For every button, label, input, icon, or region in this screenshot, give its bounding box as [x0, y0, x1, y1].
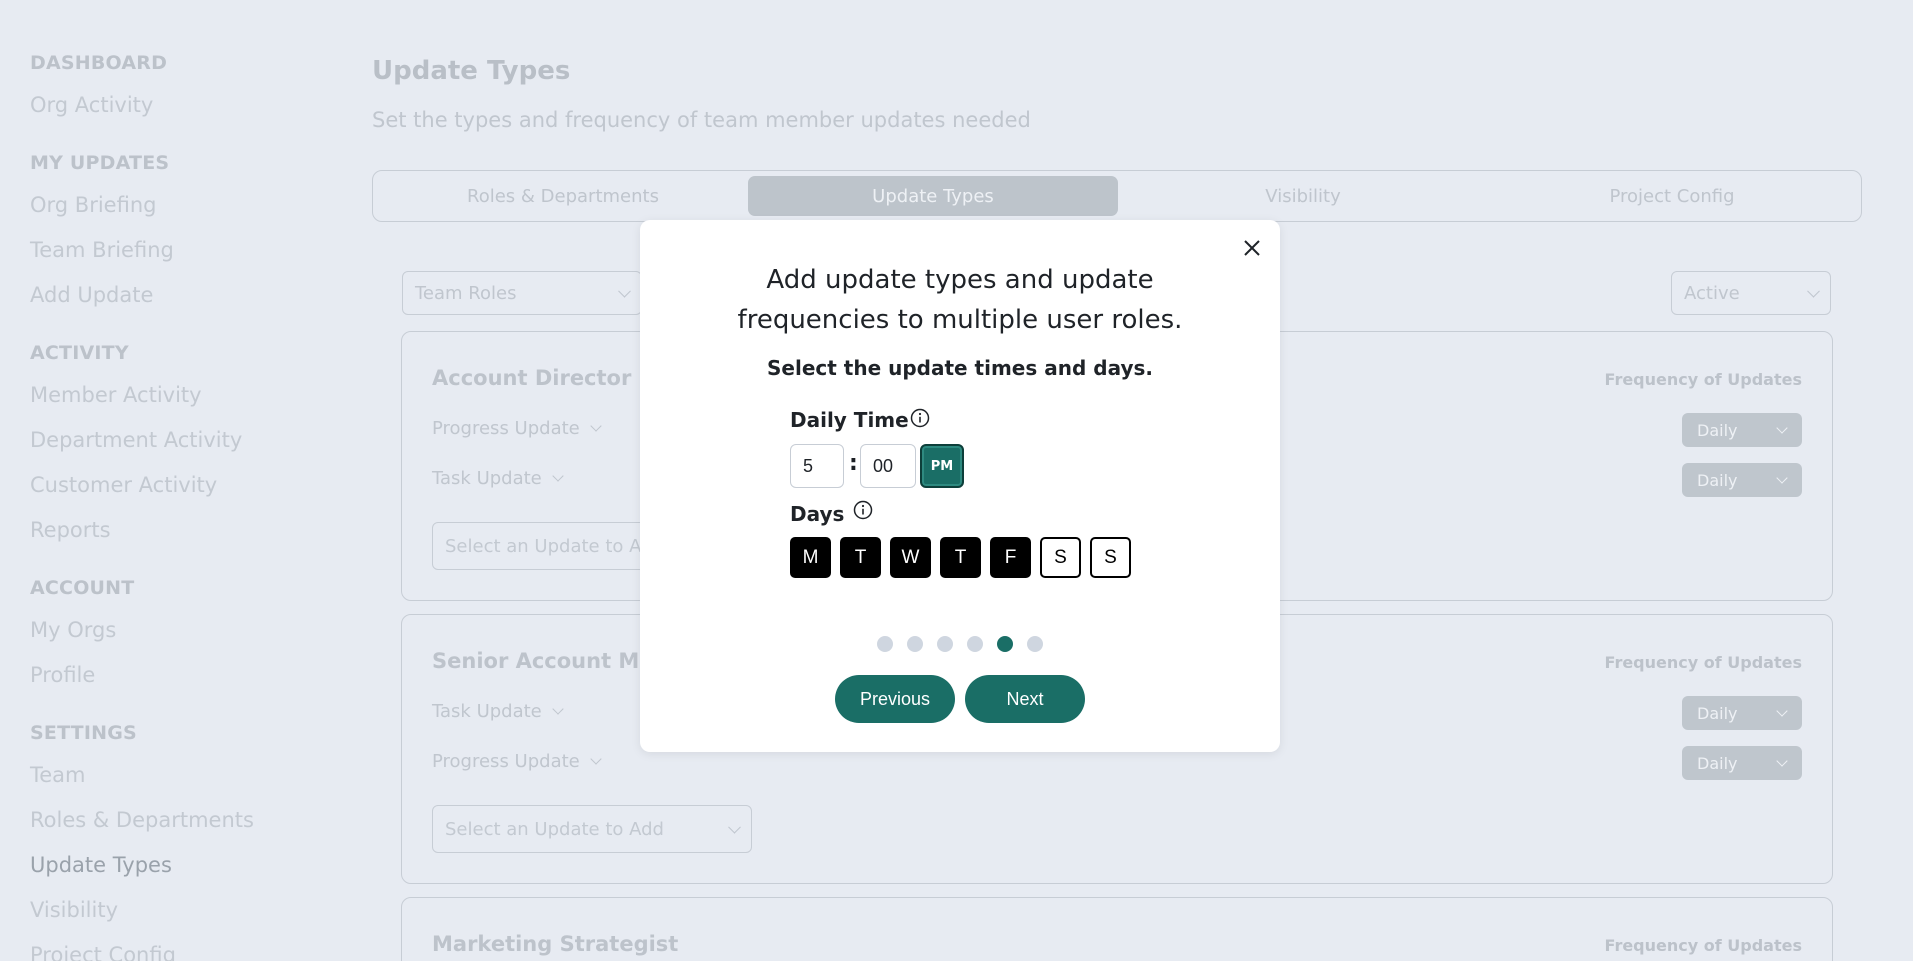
role-card: Marketing Strategist Frequency of Update…: [401, 897, 1833, 961]
frequency-select[interactable]: Daily: [1682, 746, 1802, 780]
sidebar: DASHBOARD Org Activity MY UPDATES Org Br…: [0, 0, 330, 961]
chevron-down-icon: [1776, 705, 1788, 717]
chevron-down-icon: [618, 284, 631, 298]
sidebar-heading-my-updates: MY UPDATES: [30, 152, 170, 174]
frequency-value: Daily: [1697, 753, 1738, 773]
update-type-dropdown[interactable]: Progress Update: [432, 751, 602, 772]
frequency-label: Frequency of Updates: [1604, 653, 1802, 672]
sidebar-heading-account: ACCOUNT: [30, 577, 135, 599]
modal-title: Add update types and update frequencies …: [640, 260, 1280, 340]
day-sunday-toggle[interactable]: S: [1090, 537, 1131, 578]
day-friday-toggle[interactable]: F: [990, 537, 1031, 578]
frequency-value: Daily: [1697, 703, 1738, 723]
chevron-down-icon: [1776, 422, 1788, 434]
step-dot: [1027, 636, 1043, 652]
frequency-label: Frequency of Updates: [1604, 936, 1802, 955]
info-icon[interactable]: [910, 408, 930, 428]
sidebar-item-org-activity[interactable]: Org Activity: [30, 93, 153, 117]
step-dot: [967, 636, 983, 652]
sidebar-item-department-activity[interactable]: Department Activity: [30, 428, 242, 452]
next-button[interactable]: Next: [965, 675, 1085, 723]
chevron-down-icon: [728, 820, 741, 834]
sidebar-heading-activity: ACTIVITY: [30, 342, 129, 364]
role-filter-select[interactable]: Team Roles: [402, 271, 642, 315]
step-dot: [877, 636, 893, 652]
hour-input[interactable]: 5: [790, 444, 844, 488]
update-type-dropdown[interactable]: Task Update: [432, 701, 564, 722]
chevron-down-icon: [552, 703, 564, 715]
update-type-dropdown[interactable]: Task Update: [432, 468, 564, 489]
role-card-title: Marketing Strategist: [432, 932, 679, 956]
chevron-down-icon: [552, 470, 564, 482]
sidebar-item-member-activity[interactable]: Member Activity: [30, 383, 202, 407]
frequency-select[interactable]: Daily: [1682, 696, 1802, 730]
update-type-name: Task Update: [432, 701, 542, 722]
status-filter-value: Active: [1684, 282, 1740, 304]
update-type-name: Task Update: [432, 468, 542, 489]
sidebar-item-my-orgs[interactable]: My Orgs: [30, 618, 116, 642]
sidebar-item-team-briefing[interactable]: Team Briefing: [30, 238, 174, 262]
chevron-down-icon: [590, 753, 602, 765]
status-filter-select[interactable]: Active: [1671, 271, 1831, 315]
day-monday-toggle[interactable]: M: [790, 537, 831, 578]
page-title: Update Types: [372, 56, 571, 86]
frequency-label: Frequency of Updates: [1604, 370, 1802, 389]
sidebar-heading-settings: SETTINGS: [30, 722, 137, 744]
chevron-down-icon: [590, 420, 602, 432]
chevron-down-icon: [1776, 755, 1788, 767]
chevron-down-icon: [1776, 472, 1788, 484]
modal-title-line-1: Add update types and update: [766, 265, 1154, 295]
day-saturday-toggle[interactable]: S: [1040, 537, 1081, 578]
sidebar-item-customer-activity[interactable]: Customer Activity: [30, 473, 217, 497]
frequency-value: Daily: [1697, 470, 1738, 490]
day-tuesday-toggle[interactable]: T: [840, 537, 881, 578]
modal-title-line-2: frequencies to multiple user roles.: [737, 305, 1183, 335]
sidebar-item-roles-departments[interactable]: Roles & Departments: [30, 808, 254, 832]
add-update-placeholder: Select an Update to Add: [445, 818, 664, 840]
days-label: Days: [790, 502, 845, 526]
info-icon[interactable]: [853, 500, 873, 520]
sidebar-item-team[interactable]: Team: [30, 763, 86, 787]
sidebar-item-update-types[interactable]: Update Types: [30, 853, 172, 877]
daily-time-label: Daily Time: [790, 408, 909, 432]
day-wednesday-toggle[interactable]: W: [890, 537, 931, 578]
previous-button[interactable]: Previous: [835, 675, 955, 723]
chevron-down-icon: [1807, 284, 1820, 298]
settings-tabs: Roles & Departments Update Types Visibil…: [372, 170, 1862, 222]
frequency-select[interactable]: Daily: [1682, 463, 1802, 497]
tab-visibility[interactable]: Visibility: [1118, 176, 1488, 216]
meridiem-toggle[interactable]: PM: [920, 444, 964, 488]
page-subtitle: Set the types and frequency of team memb…: [372, 108, 1031, 132]
sidebar-item-add-update[interactable]: Add Update: [30, 283, 153, 307]
minute-input[interactable]: 00: [860, 444, 916, 488]
tab-update-types[interactable]: Update Types: [748, 176, 1118, 216]
step-dot: [937, 636, 953, 652]
day-thursday-toggle[interactable]: T: [940, 537, 981, 578]
step-dot: [907, 636, 923, 652]
sidebar-item-project-config[interactable]: Project Config: [30, 943, 176, 961]
modal-subtitle: Select the update times and days.: [767, 356, 1153, 380]
role-filter-value: Team Roles: [415, 282, 517, 304]
update-frequency-modal: Add update types and update frequencies …: [640, 220, 1280, 752]
tab-roles-departments[interactable]: Roles & Departments: [378, 176, 748, 216]
update-type-name: Progress Update: [432, 418, 580, 439]
frequency-value: Daily: [1697, 420, 1738, 440]
time-separator: :: [849, 451, 858, 476]
role-card-title: Account Director: [432, 366, 632, 390]
tab-project-config[interactable]: Project Config: [1487, 176, 1857, 216]
sidebar-item-profile[interactable]: Profile: [30, 663, 95, 687]
sidebar-item-visibility[interactable]: Visibility: [30, 898, 118, 922]
sidebar-item-reports[interactable]: Reports: [30, 518, 111, 542]
sidebar-heading-dashboard: DASHBOARD: [30, 52, 168, 74]
update-type-name: Progress Update: [432, 751, 580, 772]
step-dot-current: [997, 636, 1013, 652]
update-type-dropdown[interactable]: Progress Update: [432, 418, 602, 439]
close-icon[interactable]: [1240, 236, 1264, 260]
frequency-select[interactable]: Daily: [1682, 413, 1802, 447]
add-update-select[interactable]: Select an Update to Add: [432, 805, 752, 853]
sidebar-item-org-briefing[interactable]: Org Briefing: [30, 193, 156, 217]
